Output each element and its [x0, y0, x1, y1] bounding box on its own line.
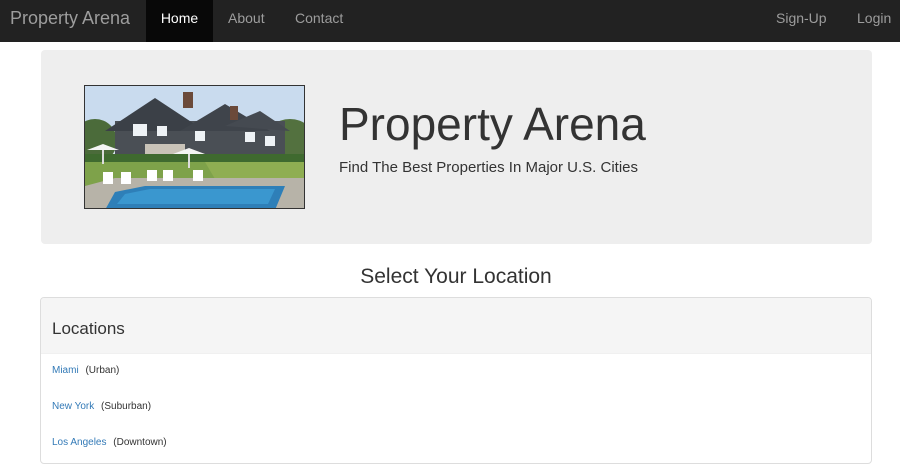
nav-signup[interactable]: Sign-Up: [776, 0, 827, 42]
location-link-new-york[interactable]: New York: [52, 401, 94, 412]
house-photo: [84, 85, 305, 209]
house-photo-graphic: [85, 86, 304, 208]
list-item: Miami (Urban): [52, 365, 119, 376]
brand-link[interactable]: Property Arena: [10, 0, 130, 42]
nav-contact[interactable]: Contact: [295, 0, 343, 42]
nav-login[interactable]: Login: [857, 0, 891, 42]
hero-subtitle: Find The Best Properties In Major U.S. C…: [339, 159, 639, 176]
list-item: Los Angeles (Downtown): [52, 437, 167, 448]
list-item: New York (Suburban): [52, 401, 151, 412]
location-link-los-angeles[interactable]: Los Angeles: [52, 437, 107, 448]
select-location-heading: Select Your Location: [360, 265, 552, 288]
hero-jumbotron: Property Arena Find The Best Properties …: [41, 50, 872, 244]
location-type: (Urban): [85, 365, 120, 376]
nav-home[interactable]: Home: [146, 0, 213, 42]
location-type: (Downtown): [113, 437, 167, 448]
top-navbar: Property Arena Home About Contact Sign-U…: [0, 0, 900, 42]
hero-title: Property Arena: [339, 98, 646, 150]
locations-panel-title: Locations: [41, 298, 871, 354]
location-type: (Suburban): [101, 401, 152, 412]
locations-panel: Locations Miami (Urban) New York (Suburb…: [40, 297, 872, 464]
location-link-miami[interactable]: Miami: [52, 365, 79, 376]
nav-about[interactable]: About: [228, 0, 265, 42]
